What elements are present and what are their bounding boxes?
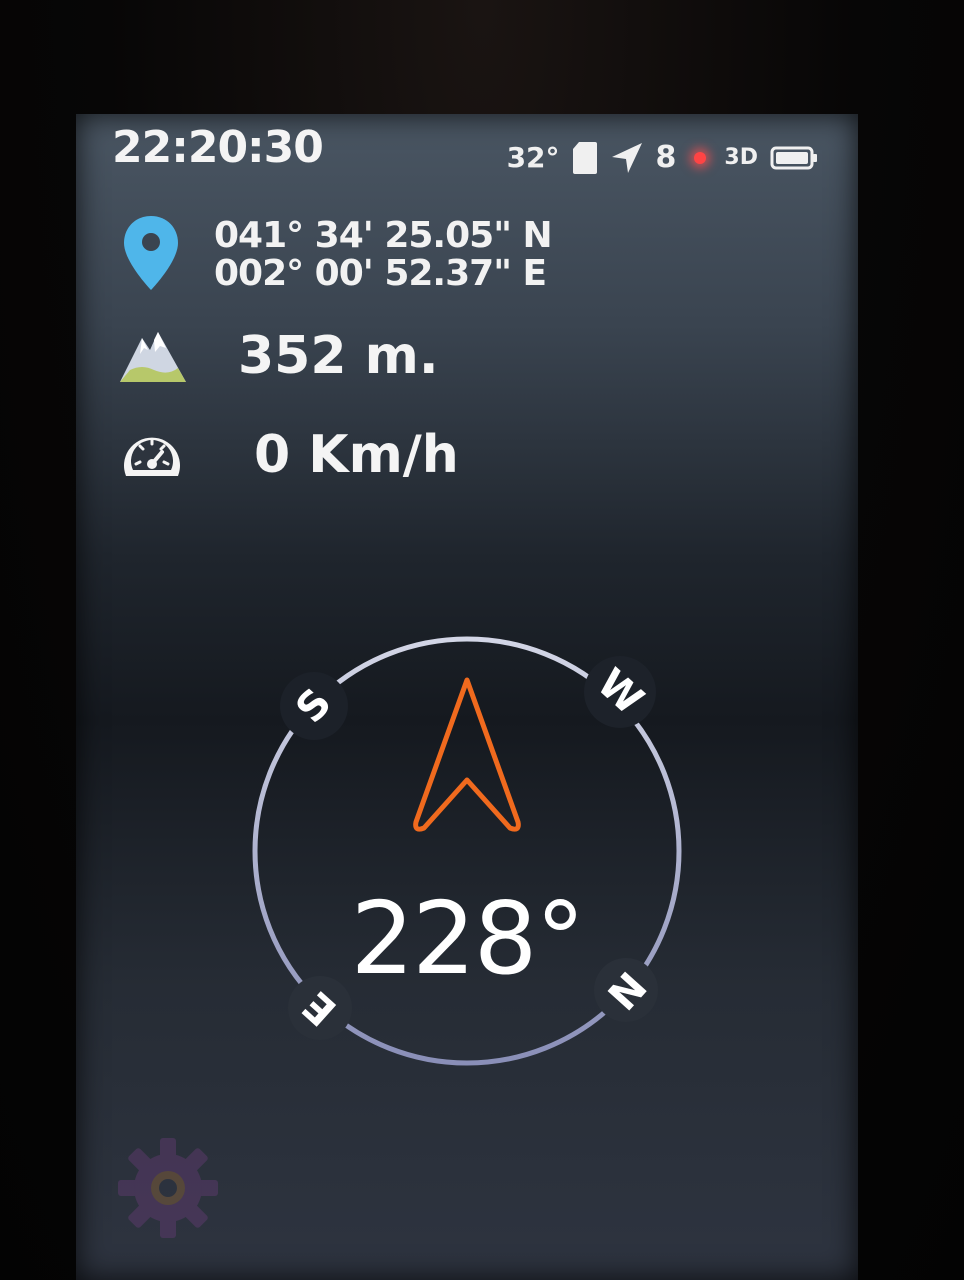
gear-icon <box>118 1138 218 1238</box>
heading-arrow-icon <box>413 677 521 832</box>
sd-card-icon <box>572 141 598 175</box>
clock: 22:20:30 <box>112 122 324 173</box>
settings-button[interactable] <box>116 1136 220 1240</box>
altitude-value: 352 m. <box>238 326 439 386</box>
navigation-arrow-icon <box>610 141 644 175</box>
compass: S W E N 228° <box>246 630 688 1072</box>
device-frame: 22:20:30 32° 8 3D 041° 34' 25.05" N 002°… <box>0 0 964 1280</box>
recording-dot-icon <box>694 151 707 164</box>
speed-value: 0 Km/h <box>254 425 459 485</box>
satellite-count: 8 <box>655 140 677 175</box>
status-bar: 22:20:30 32° 8 3D <box>76 114 858 184</box>
longitude: 002° 00' 52.37" E <box>214 253 547 294</box>
latitude: 041° 34' 25.05" N <box>214 215 553 256</box>
gps-screen: 22:20:30 32° 8 3D 041° 34' 25.05" N 002°… <box>76 114 858 1280</box>
speedometer-icon <box>120 424 184 486</box>
coordinates: 041° 34' 25.05" N 002° 00' 52.37" E <box>214 215 553 294</box>
altitude-row: 352 m. <box>120 324 439 388</box>
gps-fix-mode: 3D <box>724 145 758 170</box>
compass-graphic: S W E N <box>252 636 682 1066</box>
position-row: 041° 34' 25.05" N 002° 00' 52.37" E <box>122 214 553 296</box>
speed-row: 0 Km/h <box>120 424 459 486</box>
status-indicators: 32° 8 3D <box>507 140 818 175</box>
mountain-icon <box>120 324 186 388</box>
battery-icon <box>770 145 818 171</box>
heading-value: 228° <box>350 880 586 997</box>
map-pin-icon <box>122 214 180 296</box>
temperature-readout: 32° <box>506 141 560 174</box>
